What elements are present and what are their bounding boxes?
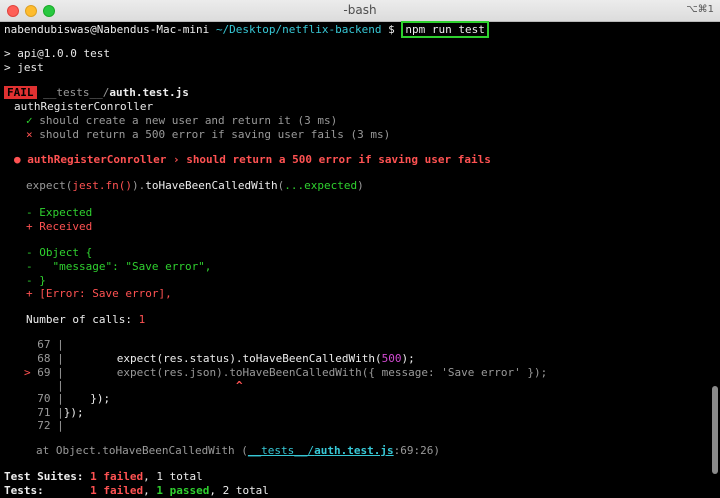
- code-frame-line: 72 |: [24, 419, 64, 433]
- diff-line: - }: [26, 274, 46, 287]
- prompt-symbol: $: [388, 23, 395, 36]
- checkmark-icon: ✓: [26, 114, 33, 127]
- prompt-path: ~/Desktop/netflix-backend: [215, 23, 382, 36]
- line-marker: [24, 392, 31, 405]
- stack-file[interactable]: auth.test.js: [314, 444, 393, 457]
- test-file-name: auth.test.js: [109, 86, 189, 99]
- line-number: 72: [37, 419, 51, 432]
- calls-label: Number of calls:: [26, 313, 139, 326]
- test-result-fail: × should return a 500 error if saving us…: [26, 128, 390, 142]
- scrollbar-thumb[interactable]: [712, 386, 718, 474]
- code-frame-line: 70 | });: [24, 392, 110, 406]
- failure-title: authRegisterConroller › should return a …: [27, 153, 491, 166]
- code-number-arg: 500: [381, 352, 402, 365]
- terminal-output[interactable]: nabendubiswas@Nabendus-Mac-mini ~/Deskto…: [0, 21, 710, 498]
- test-file-dir: __tests__/: [43, 86, 110, 99]
- line-separator: |: [57, 379, 64, 392]
- test-name: should return a 500 error if saving user…: [39, 128, 391, 141]
- line-separator: |: [57, 406, 64, 419]
- line-number: 71: [37, 406, 51, 419]
- tests-separator: ,: [143, 484, 157, 497]
- line-marker: [24, 352, 31, 365]
- stack-end: ): [433, 444, 441, 457]
- line-separator: |: [57, 419, 64, 432]
- code-text: expect(res.status).toHaveBeenCalledWith(: [63, 352, 382, 365]
- code-frame-caret-line: | ^: [24, 379, 243, 393]
- suites-label: Test Suites:: [4, 470, 84, 483]
- calls-line: Number of calls: 1: [26, 313, 145, 327]
- code-text: expect(res.json).toHaveBeenCalledWith({ …: [63, 366, 442, 379]
- line-number: 68: [37, 352, 51, 365]
- stack-trace-line: at Object.toHaveBeenCalledWith (__tests_…: [36, 444, 440, 458]
- code-text: });: [63, 406, 84, 419]
- code-string-arg: 'Save error': [441, 366, 521, 379]
- npm-jest-line: > jest: [4, 61, 44, 74]
- test-result-pass: ✓ should create a new user and return it…: [26, 114, 337, 128]
- expect-fn: jest.fn(): [72, 179, 132, 192]
- code-frame-line-active: > 69 | expect(res.json).toHaveBeenCalled…: [24, 366, 547, 380]
- expect-end: ): [357, 179, 364, 192]
- line-marker: [24, 338, 31, 351]
- line-separator: |: [57, 392, 64, 405]
- line-number: 67: [37, 338, 51, 351]
- failure-heading: ● authRegisterConroller › should return …: [14, 153, 491, 167]
- expect-line: expect(jest.fn()).toHaveBeenCalledWith(.…: [26, 179, 364, 193]
- line-number: 69: [37, 366, 51, 379]
- suite-name: authRegisterConroller: [14, 100, 154, 113]
- command-text: npm run test: [401, 21, 489, 38]
- summary-suites: Test Suites: 1 failed, 1 total: [4, 470, 203, 484]
- code-frame-line: 67 |: [24, 338, 64, 352]
- code-text: });: [63, 392, 111, 405]
- diff-line: - Object {: [26, 246, 93, 259]
- bullet-icon: ●: [14, 153, 21, 166]
- test-name: should create a new user and return it (…: [39, 114, 338, 127]
- tests-label: Tests:: [4, 484, 44, 497]
- terminal-window: -bash ⌥⌘1 nabendubiswas@Nabendus-Mac-min…: [0, 0, 720, 498]
- tests-passed: 1 passed: [156, 484, 210, 497]
- summary-tests: Tests: 1 failed, 1 passed, 2 total: [4, 484, 269, 498]
- code-frame-line: 68 | expect(res.status).toHaveBeenCalled…: [24, 352, 415, 366]
- stack-dir[interactable]: __tests__/: [248, 444, 314, 457]
- line-separator: |: [57, 338, 64, 351]
- stack-prefix: at Object.toHaveBeenCalledWith (: [36, 444, 248, 457]
- line-number: 70: [37, 392, 51, 405]
- cross-icon: ×: [26, 128, 33, 141]
- caret-icon: ^: [235, 379, 243, 392]
- expect-args: ...expected: [284, 179, 358, 192]
- diff-line: - "message": "Save error",: [26, 260, 212, 273]
- line-separator: |: [57, 366, 64, 379]
- window-title: -bash: [343, 3, 377, 17]
- line-marker: [24, 419, 31, 432]
- title-bar: -bash ⌥⌘1: [0, 0, 720, 22]
- legend-expected: - Expected: [26, 206, 93, 219]
- npm-script-line: > api@1.0.0 test: [4, 47, 110, 60]
- window-shortcut: ⌥⌘1: [686, 4, 714, 15]
- diff-line: + [Error: Save error],: [26, 287, 172, 300]
- expect-method: toHaveBeenCalledWith: [145, 179, 278, 192]
- suites-failed: 1 failed: [90, 470, 144, 483]
- fail-badge: FAIL: [4, 86, 37, 99]
- tests-total: , 2 total: [209, 484, 269, 497]
- legend-received: + Received: [26, 220, 93, 233]
- expect-close: ).: [131, 179, 146, 192]
- code-frame-line: 71 |});: [24, 406, 84, 420]
- calls-value: 1: [138, 313, 146, 326]
- tests-failed: 1 failed: [90, 484, 144, 497]
- code-text-end: );: [401, 352, 415, 365]
- line-marker: [24, 406, 31, 419]
- active-line-marker: >: [24, 366, 31, 379]
- test-file-line: FAIL __tests__/auth.test.js: [4, 86, 189, 100]
- expect-prefix: expect(: [26, 179, 73, 192]
- line-marker: [24, 379, 31, 392]
- stack-location: :69:26: [393, 444, 434, 457]
- line-separator: |: [57, 352, 64, 365]
- suites-total: , 1 total: [143, 470, 203, 483]
- prompt-line: nabendubiswas@Nabendus-Mac-mini ~/Deskto…: [4, 21, 489, 38]
- code-text-end: });: [520, 366, 548, 379]
- prompt-user-host: nabendubiswas@Nabendus-Mac-mini: [4, 23, 210, 36]
